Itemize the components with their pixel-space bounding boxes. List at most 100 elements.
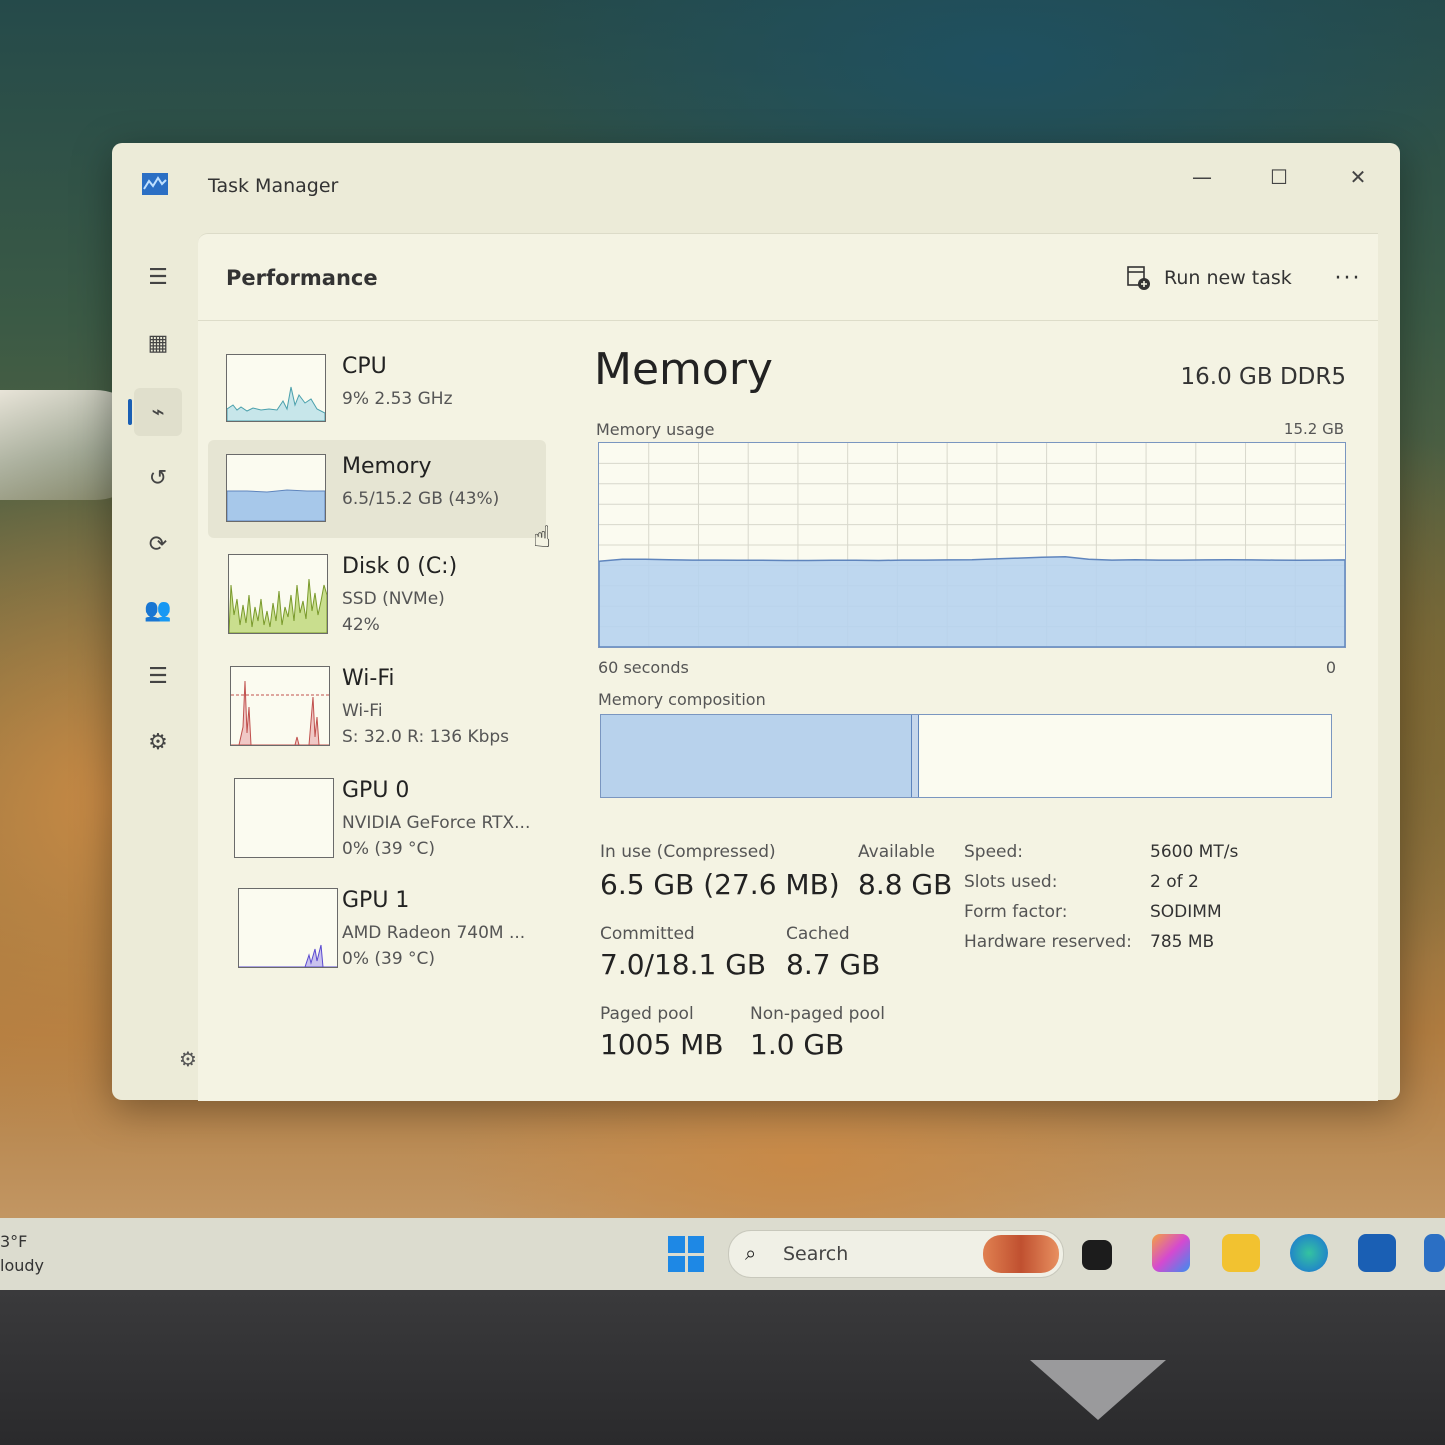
perf-item-detail: 6.5/15.2 GB (43%) xyxy=(342,489,500,509)
settings-button[interactable]: ⚙ xyxy=(172,1043,204,1075)
hamburger-menu-button[interactable]: ☰ xyxy=(134,253,182,301)
start-button[interactable] xyxy=(668,1236,704,1272)
active-nav-indicator xyxy=(128,399,132,425)
performance-page: Performance Run new task ··· CPU 9% 2.53… xyxy=(198,233,1378,1101)
gpu0-thumbnail-graph xyxy=(234,778,334,858)
window-title: Task Manager xyxy=(208,175,339,197)
graph-axis-left-label: 60 seconds xyxy=(598,658,689,677)
perf-item-detail: SSD (NVMe) 42% xyxy=(342,589,445,635)
taskbar: 3°F loudy ⌕ Search xyxy=(0,1218,1445,1290)
cached-label: Cached xyxy=(786,924,850,944)
close-button[interactable]: ✕ xyxy=(1338,157,1378,197)
non-paged-pool-value: 1.0 GB xyxy=(750,1028,845,1061)
perf-item-detail: Wi-Fi S: 32.0 R: 136 Kbps xyxy=(342,701,510,747)
more-options-button[interactable]: ··· xyxy=(1328,258,1368,298)
windows-logo-pane xyxy=(687,1255,704,1272)
in-use-label: In use (Compressed) xyxy=(600,842,776,862)
disk-thumbnail-graph xyxy=(228,554,328,634)
paged-pool-value: 1005 MB xyxy=(600,1028,724,1061)
perf-item-name: Memory xyxy=(342,454,432,479)
slots-used-value: 2 of 2 xyxy=(1150,872,1199,892)
run-new-task-button[interactable]: Run new task xyxy=(1126,262,1292,294)
committed-label: Committed xyxy=(600,924,695,944)
available-label: Available xyxy=(858,842,935,862)
task-manager-app-icon xyxy=(142,173,168,195)
details-icon: ☰ xyxy=(148,663,168,689)
title-bar[interactable]: Task Manager — ☐ ✕ xyxy=(112,143,1400,223)
search-placeholder: Search xyxy=(783,1243,849,1265)
graph-axis-right-label: 0 xyxy=(1325,658,1336,677)
memory-usage-area xyxy=(598,556,1346,648)
windows-logo-icon xyxy=(668,1236,685,1253)
weather-temp: 3°F xyxy=(0,1232,28,1251)
nav-performance[interactable]: ⌁ xyxy=(134,388,182,436)
perf-item-name: GPU 0 xyxy=(342,778,410,803)
navigation-rail: ☰ ▦ ⌁ ↺ ⟳ 👥 ☰ ⚙ xyxy=(112,223,198,1100)
minimize-button[interactable]: — xyxy=(1182,157,1222,197)
page-header: Performance Run new task ··· xyxy=(198,234,1378,321)
microsoft-store-icon[interactable] xyxy=(1358,1234,1396,1272)
search-highlight-image xyxy=(983,1235,1059,1273)
perf-item-gpu1[interactable]: GPU 1 AMD Radeon 740M ... 0% (39 °C) xyxy=(208,874,546,972)
edge-browser-icon[interactable] xyxy=(1290,1234,1328,1272)
detail-title: Memory xyxy=(594,344,773,395)
perf-item-name: Wi-Fi xyxy=(342,666,395,691)
users-icon: 👥 xyxy=(144,597,172,623)
non-paged-pool-label: Non-paged pool xyxy=(750,1004,885,1024)
nav-details[interactable]: ☰ xyxy=(134,652,182,700)
nav-services[interactable]: ⚙ xyxy=(134,718,182,766)
perf-item-name: GPU 1 xyxy=(342,888,410,913)
perf-item-wifi[interactable]: Wi-Fi Wi-Fi S: 32.0 R: 136 Kbps xyxy=(208,652,546,750)
task-manager-window: Task Manager — ☐ ✕ ☰ ▦ ⌁ ↺ ⟳ 👥 ☰ ⚙ Perfo… xyxy=(112,143,1400,1101)
hardware-reserved-value: 785 MB xyxy=(1150,932,1215,952)
search-icon: ⌕ xyxy=(745,1241,757,1265)
startup-apps-icon: ⟳ xyxy=(148,531,168,557)
nav-startup-apps[interactable]: ⟳ xyxy=(134,520,182,568)
laptop-bezel xyxy=(0,1290,1445,1445)
services-icon: ⚙ xyxy=(148,729,168,755)
perf-item-detail: 9% 2.53 GHz xyxy=(342,389,453,409)
perf-item-detail: AMD Radeon 740M ... 0% (39 °C) xyxy=(342,923,526,969)
perf-item-detail: NVIDIA GeForce RTX... 0% (39 °C) xyxy=(342,813,531,859)
task-manager-taskbar-icon[interactable] xyxy=(1424,1234,1445,1272)
page-title: Performance xyxy=(226,266,378,290)
nav-processes[interactable]: ▦ xyxy=(134,319,182,367)
slots-used-label: Slots used: xyxy=(964,872,1058,892)
windows-logo-pane xyxy=(687,1236,704,1253)
perf-item-gpu0[interactable]: GPU 0 NVIDIA GeForce RTX... 0% (39 °C) xyxy=(208,764,546,862)
cpu-thumbnail-graph xyxy=(226,354,326,422)
close-icon: ✕ xyxy=(1349,165,1367,189)
memory-thumbnail-graph xyxy=(226,454,326,522)
copilot-icon[interactable] xyxy=(1152,1234,1190,1272)
in-use-value: 6.5 GB (27.6 MB) xyxy=(600,868,840,901)
memory-usage-graph xyxy=(598,442,1346,648)
task-view-icon[interactable] xyxy=(1082,1240,1112,1270)
maximize-icon: ☐ xyxy=(1270,165,1288,189)
gpu1-thumbnail-graph xyxy=(238,888,338,968)
memory-composition-label: Memory composition xyxy=(598,690,766,709)
perf-item-disk[interactable]: Disk 0 (C:) SSD (NVMe) 42% xyxy=(208,540,546,638)
composition-modified-segment xyxy=(911,715,920,797)
wifi-thumbnail-graph xyxy=(230,666,330,746)
performance-list: CPU 9% 2.53 GHz Memory 6.5/15.2 GB (43%) xyxy=(208,330,548,1090)
windows-logo-pane xyxy=(668,1255,685,1272)
composition-in-use-segment xyxy=(601,715,912,797)
more-options-icon: ··· xyxy=(1334,265,1362,291)
perf-item-name: Disk 0 (C:) xyxy=(342,554,458,579)
form-factor-value: SODIMM xyxy=(1150,902,1222,922)
committed-value: 7.0/18.1 GB xyxy=(600,948,767,981)
perf-item-memory[interactable]: Memory 6.5/15.2 GB (43%) xyxy=(208,440,546,538)
taskbar-search[interactable]: ⌕ Search xyxy=(728,1230,1064,1278)
maximize-button[interactable]: ☐ xyxy=(1259,157,1299,197)
paged-pool-label: Paged pool xyxy=(600,1004,694,1024)
file-explorer-icon[interactable] xyxy=(1222,1234,1260,1272)
laptop-logo xyxy=(1030,1360,1166,1420)
weather-widget[interactable]: 3°F loudy xyxy=(0,1230,44,1278)
nav-app-history[interactable]: ↺ xyxy=(134,454,182,502)
perf-item-cpu[interactable]: CPU 9% 2.53 GHz xyxy=(208,340,546,438)
speed-value: 5600 MT/s xyxy=(1150,842,1239,862)
gear-icon: ⚙ xyxy=(179,1047,197,1071)
perf-item-name: CPU xyxy=(342,354,387,379)
available-value: 8.8 GB xyxy=(858,868,953,901)
nav-users[interactable]: 👥 xyxy=(134,586,182,634)
